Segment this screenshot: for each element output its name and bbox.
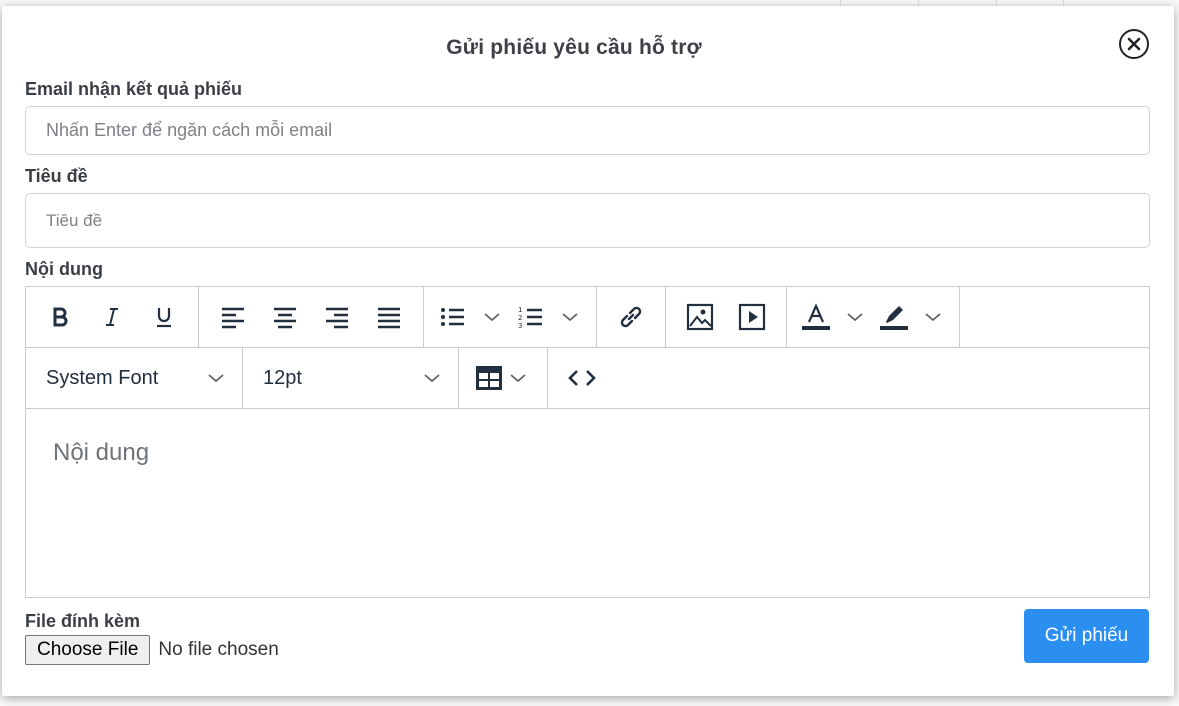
editor-toolbar-primary: 123 xyxy=(26,287,1149,348)
chevron-down-icon xyxy=(925,313,941,322)
italic-button[interactable] xyxy=(86,295,138,339)
attachment-label: File đính kèm xyxy=(25,611,141,631)
chevron-down-icon xyxy=(562,313,578,322)
font-family-select[interactable]: System Font xyxy=(26,348,243,408)
svg-text:1: 1 xyxy=(518,306,522,314)
media-button[interactable] xyxy=(726,295,778,339)
link-icon xyxy=(620,306,642,328)
font-size-select[interactable]: 12pt xyxy=(243,348,459,408)
svg-text:2: 2 xyxy=(518,314,522,322)
bullet-list-icon xyxy=(441,308,464,326)
highlight-button[interactable] xyxy=(873,295,951,339)
text-color-icon xyxy=(802,303,830,330)
highlight-icon xyxy=(880,306,908,330)
media-icon xyxy=(738,303,766,331)
bullet-list-button[interactable] xyxy=(432,295,510,339)
subject-label: Tiêu đề xyxy=(25,166,88,186)
numbered-list-icon: 123 xyxy=(518,306,542,329)
align-left-icon xyxy=(222,307,244,329)
format-group xyxy=(26,287,199,347)
table-group xyxy=(459,348,548,408)
align-justify-icon xyxy=(378,307,400,329)
align-right-button[interactable] xyxy=(311,295,363,339)
underline-button[interactable] xyxy=(138,295,190,339)
support-ticket-modal: Gửi phiếu yêu cầu hỗ trợ Email nhận kết … xyxy=(2,6,1174,696)
color-group xyxy=(787,287,960,347)
align-justify-button[interactable] xyxy=(363,295,415,339)
svg-text:3: 3 xyxy=(518,322,522,329)
font-size-value: 12pt xyxy=(263,366,302,389)
source-code-icon xyxy=(568,370,596,386)
table-icon xyxy=(476,366,502,390)
align-center-button[interactable] xyxy=(259,295,311,339)
choose-file-button[interactable]: Choose File xyxy=(25,635,151,665)
align-left-button[interactable] xyxy=(207,295,259,339)
close-button[interactable] xyxy=(1119,29,1149,59)
email-label: Email nhận kết quả phiếu xyxy=(25,79,243,99)
content-label: Nội dung xyxy=(25,259,103,279)
modal-title: Gửi phiếu yêu cầu hỗ trợ xyxy=(446,36,702,59)
chevron-down-icon xyxy=(424,374,440,383)
chevron-down-icon xyxy=(208,374,224,383)
underline-icon xyxy=(157,308,171,328)
link-button[interactable] xyxy=(605,295,657,339)
rich-text-editor: 123 System Font 12pt Nội dung xyxy=(25,286,1150,598)
numbered-list-button[interactable]: 123 xyxy=(510,295,588,339)
align-right-icon xyxy=(326,307,348,329)
font-family-value: System Font xyxy=(46,366,159,389)
close-circle-icon xyxy=(1127,37,1141,51)
chevron-down-icon xyxy=(847,313,863,322)
editor-content-area[interactable]: Nội dung xyxy=(26,409,1149,597)
submit-ticket-button[interactable]: Gửi phiếu xyxy=(1024,609,1149,663)
email-input[interactable] xyxy=(25,106,1150,155)
table-button[interactable] xyxy=(475,356,533,400)
bold-button[interactable] xyxy=(34,295,86,339)
subject-input[interactable] xyxy=(25,193,1150,248)
image-icon xyxy=(686,303,714,331)
chevron-down-icon xyxy=(510,374,526,383)
bold-icon xyxy=(53,307,68,327)
align-group xyxy=(199,287,424,347)
media-group xyxy=(666,287,787,347)
link-group xyxy=(597,287,666,347)
italic-icon xyxy=(106,308,118,326)
list-group: 123 xyxy=(424,287,597,347)
image-button[interactable] xyxy=(674,295,726,339)
code-group xyxy=(548,348,616,408)
editor-placeholder: Nội dung xyxy=(53,439,150,466)
chevron-down-icon xyxy=(484,313,500,322)
file-input: Choose File No file chosen xyxy=(25,635,279,665)
align-center-icon xyxy=(274,307,296,329)
no-file-text: No file chosen xyxy=(158,639,279,660)
text-color-button[interactable] xyxy=(795,295,873,339)
source-code-button[interactable] xyxy=(556,356,608,400)
editor-toolbar-secondary: System Font 12pt xyxy=(26,348,1149,409)
